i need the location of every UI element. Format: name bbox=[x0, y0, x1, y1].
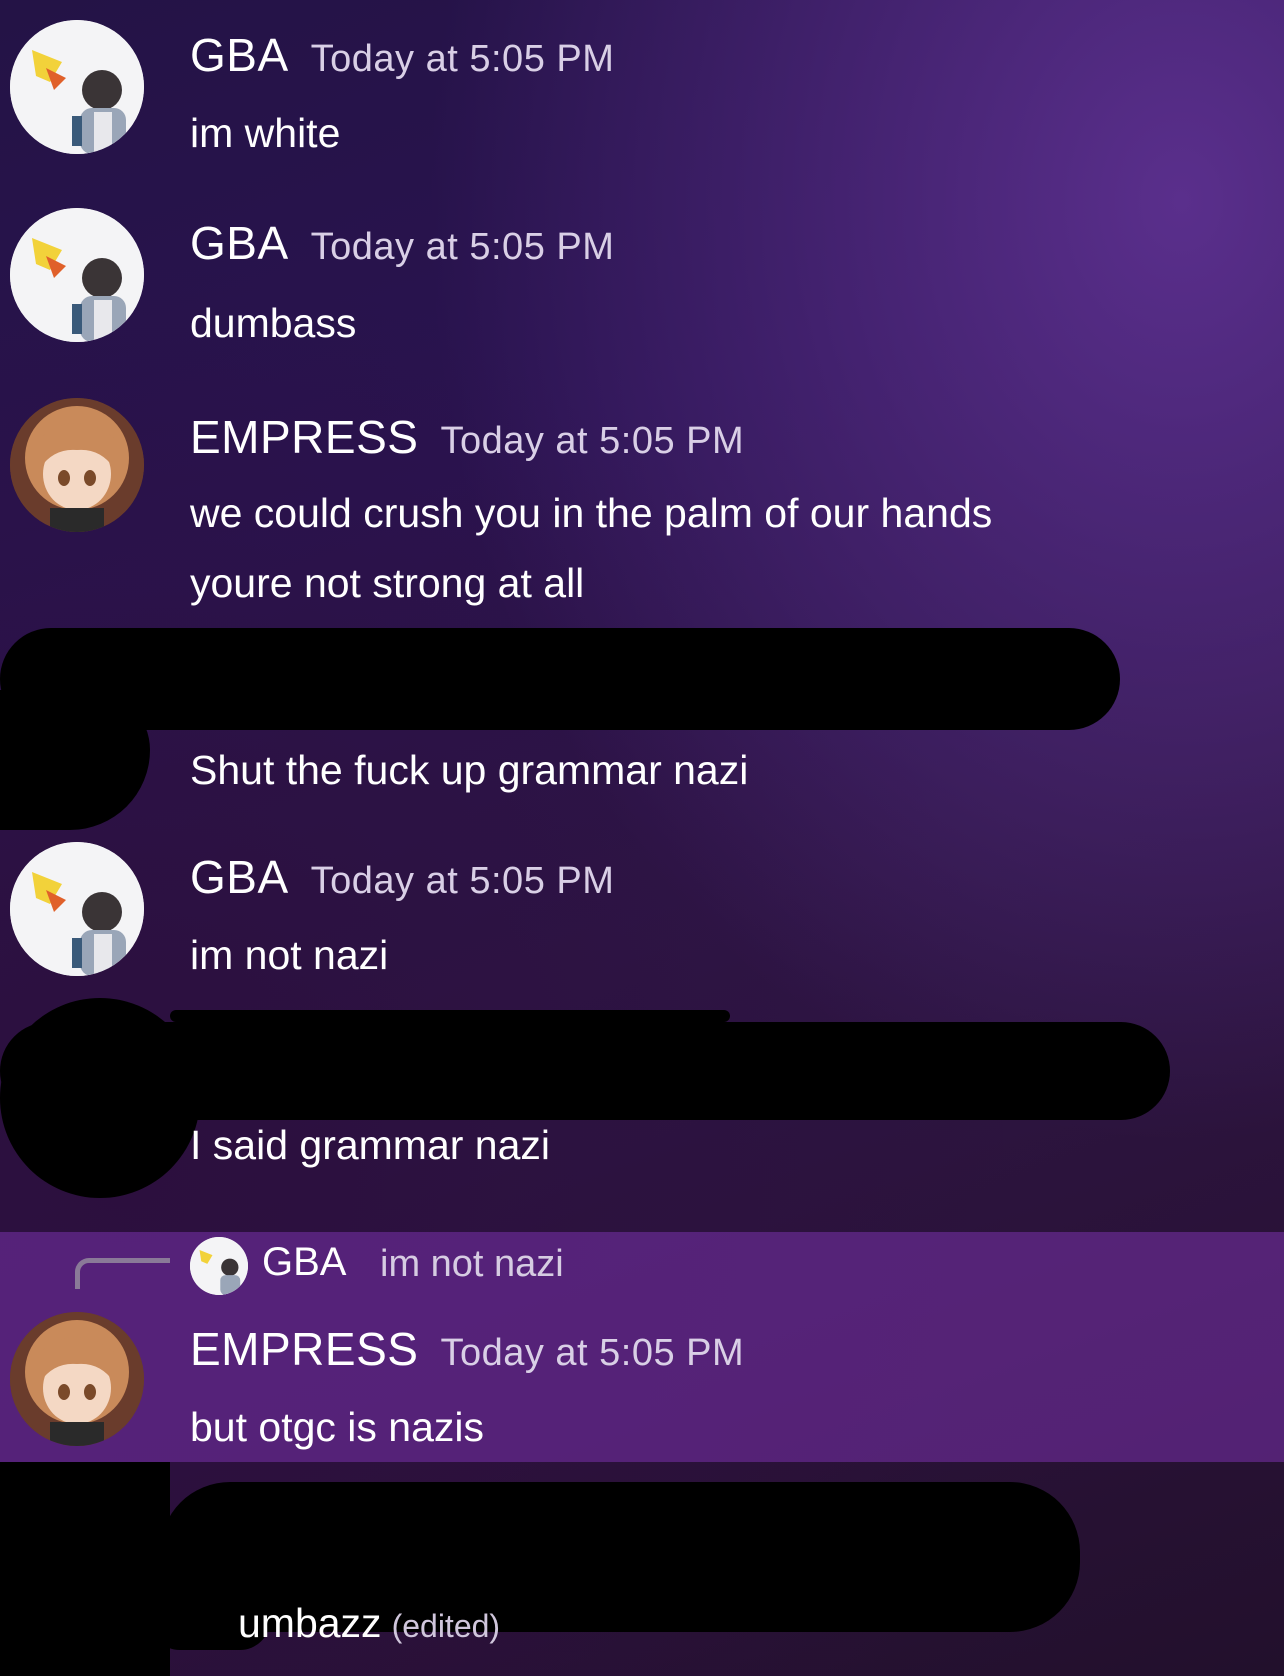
gba-avatar-icon[interactable] bbox=[10, 842, 144, 976]
message-body: umbazz bbox=[238, 1600, 382, 1646]
message-text: youre not strong at all bbox=[190, 560, 585, 606]
redaction-bar bbox=[0, 628, 1120, 730]
message-text: Shut the fuck up grammar nazi bbox=[190, 747, 749, 793]
edited-label: (edited) bbox=[391, 1608, 501, 1644]
message-text: im white bbox=[190, 110, 341, 156]
reply-author[interactable]: GBA bbox=[262, 1240, 346, 1285]
author-label[interactable]: EMPRESS bbox=[190, 1323, 418, 1375]
gba-avatar-icon[interactable] bbox=[190, 1237, 248, 1295]
message-text: but otgc is nazis bbox=[190, 1404, 484, 1450]
redaction-bar bbox=[0, 690, 150, 830]
redaction-bar bbox=[170, 1010, 730, 1022]
author-name[interactable]: EMPRESS Today at 5:05 PM bbox=[190, 410, 744, 464]
timestamp: Today at 5:05 PM bbox=[310, 38, 615, 80]
author-label[interactable]: GBA bbox=[190, 217, 289, 269]
author-name[interactable]: EMPRESS Today at 5:05 PM bbox=[190, 1322, 744, 1376]
message-text: I said grammar nazi bbox=[190, 1122, 551, 1168]
author-label[interactable]: EMPRESS bbox=[190, 411, 418, 463]
gba-avatar-icon[interactable] bbox=[10, 208, 144, 342]
reply-preview[interactable]: im not nazi bbox=[380, 1243, 564, 1286]
timestamp: Today at 5:05 PM bbox=[440, 1332, 745, 1374]
redaction-bar bbox=[0, 998, 200, 1198]
empress-avatar-icon[interactable] bbox=[10, 398, 144, 532]
timestamp: Today at 5:05 PM bbox=[310, 860, 615, 902]
message-text: dumbass bbox=[190, 300, 357, 346]
gba-avatar-icon[interactable] bbox=[10, 20, 144, 154]
message-text: we could crush you in the palm of our ha… bbox=[190, 490, 993, 536]
reply-connector bbox=[75, 1258, 170, 1289]
author-name[interactable]: GBA Today at 5:05 PM bbox=[190, 216, 614, 270]
author-label[interactable]: GBA bbox=[190, 29, 289, 81]
message-text: im not nazi bbox=[190, 932, 389, 978]
timestamp: Today at 5:05 PM bbox=[310, 226, 615, 268]
timestamp: Today at 5:05 PM bbox=[440, 420, 745, 462]
author-name[interactable]: GBA Today at 5:05 PM bbox=[190, 850, 614, 904]
author-label[interactable]: GBA bbox=[190, 851, 289, 903]
redaction-bar bbox=[0, 1462, 170, 1676]
author-name[interactable]: GBA Today at 5:05 PM bbox=[190, 28, 614, 82]
empress-avatar-icon[interactable] bbox=[10, 1312, 144, 1446]
message-text: umbazz (edited) bbox=[238, 1588, 500, 1661]
